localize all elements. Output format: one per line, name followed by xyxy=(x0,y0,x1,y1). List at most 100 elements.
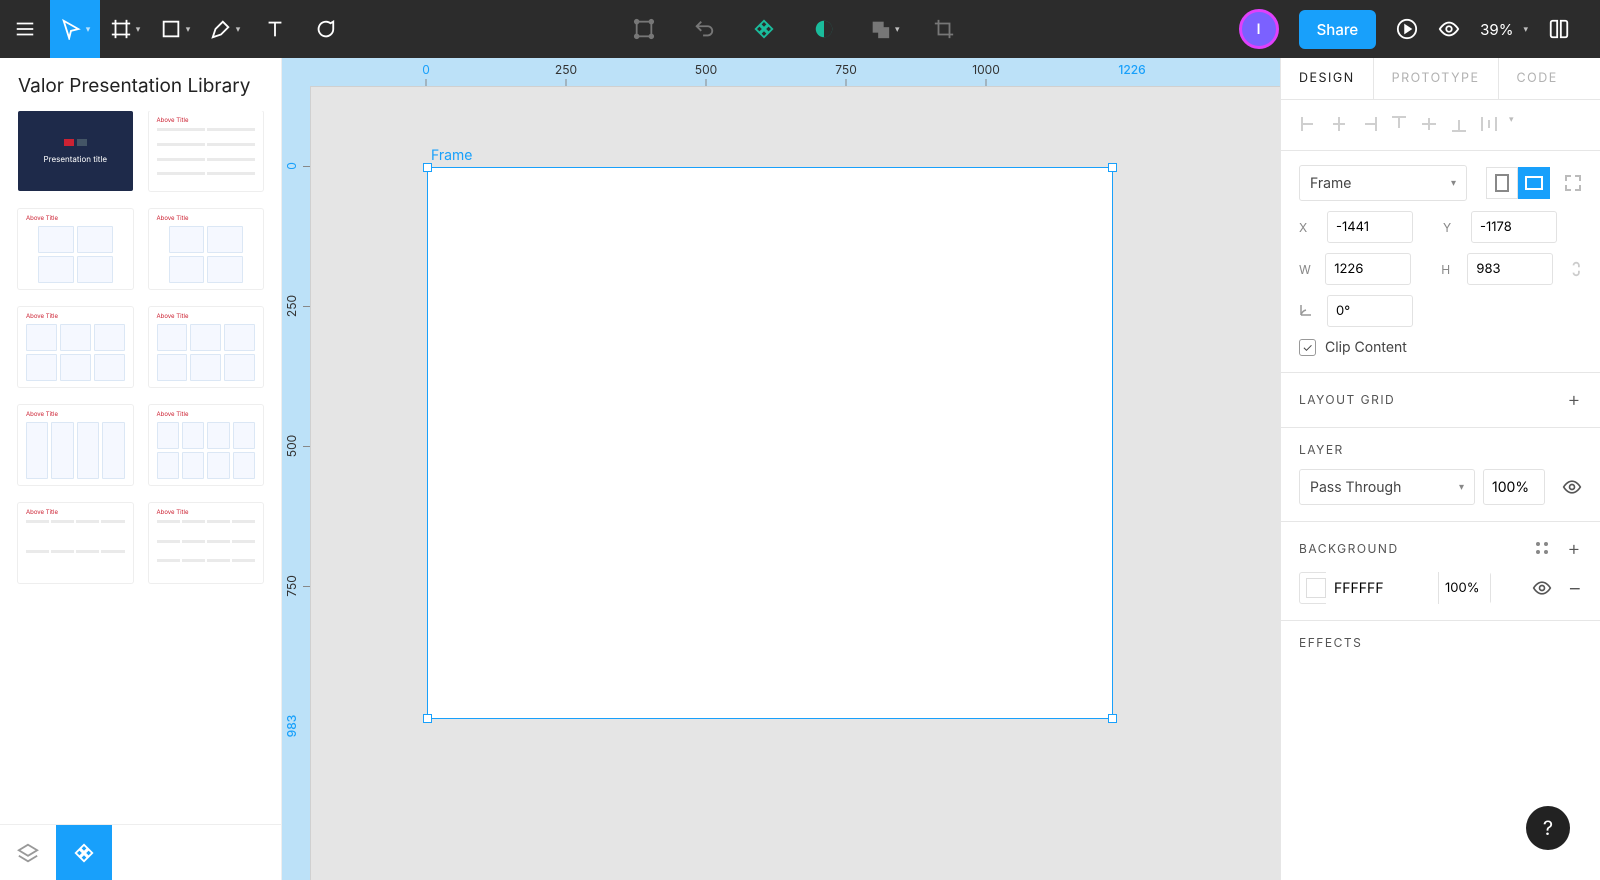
thumb-header: Above Title xyxy=(157,411,256,418)
h-label: H xyxy=(1441,262,1457,277)
slide-thumbnail[interactable]: Above Title xyxy=(149,405,264,485)
assets-tab[interactable] xyxy=(56,825,112,880)
clip-content-label: Clip Content xyxy=(1325,339,1407,356)
frame-type-select[interactable]: Frame ▾ xyxy=(1299,165,1467,201)
text-tool-button[interactable] xyxy=(250,0,300,58)
text-icon xyxy=(264,18,286,40)
align-vcenter-icon[interactable] xyxy=(1419,114,1439,134)
assets-icon xyxy=(73,842,95,864)
remove-fill-button[interactable]: − xyxy=(1568,575,1582,601)
canvas-body[interactable]: Frame xyxy=(310,86,1280,880)
component-button[interactable] xyxy=(744,0,784,58)
slide-thumbnail[interactable]: Above Title xyxy=(149,307,264,387)
resize-fit-icon[interactable] xyxy=(1564,174,1582,192)
align-hcenter-icon[interactable] xyxy=(1329,114,1349,134)
shape-tool-button[interactable]: ▾ xyxy=(150,0,200,58)
boolean-button[interactable]: ▾ xyxy=(864,0,904,58)
tab-design[interactable]: DESIGN xyxy=(1281,58,1374,99)
ruler-tick-end: 983 xyxy=(284,715,299,738)
align-left-icon[interactable] xyxy=(1299,114,1319,134)
ruler-tick: 250 xyxy=(284,295,299,317)
zoom-dropdown[interactable]: 39% ▾ xyxy=(1480,20,1528,39)
vertical-ruler: 0 250 500 750 983 xyxy=(282,86,310,880)
orientation-portrait-button[interactable] xyxy=(1486,167,1518,199)
help-button[interactable]: ? xyxy=(1526,806,1570,850)
menu-button[interactable] xyxy=(0,0,50,58)
styles-icon[interactable] xyxy=(1535,541,1549,555)
present-button[interactable] xyxy=(1396,18,1418,40)
rectangle-icon xyxy=(160,18,182,40)
comment-tool-button[interactable] xyxy=(300,0,350,58)
blend-mode-select[interactable]: Pass Through ▾ xyxy=(1299,469,1475,505)
ruler-tick: 0 xyxy=(284,162,299,170)
resize-handle-br[interactable] xyxy=(1108,714,1117,723)
view-button[interactable] xyxy=(1438,18,1460,40)
color-swatch[interactable] xyxy=(1306,578,1326,598)
library-button[interactable] xyxy=(1548,18,1570,40)
slide-thumbnail[interactable]: Above Title xyxy=(18,307,133,387)
eye-icon[interactable] xyxy=(1562,477,1582,497)
orientation-landscape-button[interactable] xyxy=(1518,167,1550,199)
bg-opacity-input[interactable] xyxy=(1438,572,1490,604)
slide-thumbnail[interactable]: Above Title xyxy=(18,209,133,289)
link-dimensions-icon[interactable] xyxy=(1569,258,1582,280)
toolbar-center: ▾ xyxy=(350,0,1239,58)
move-tool-button[interactable]: ▾ xyxy=(50,0,100,58)
slide-thumbnail[interactable]: Above Title xyxy=(18,503,133,583)
tab-prototype[interactable]: PROTOTYPE xyxy=(1374,58,1499,99)
thumb-header: Above Title xyxy=(26,215,125,222)
align-bottom-icon[interactable] xyxy=(1449,114,1469,134)
clip-content-checkbox[interactable]: ✓ xyxy=(1299,339,1316,356)
canvas[interactable]: 0 250 500 750 1000 1226 0 250 500 750 98… xyxy=(282,58,1280,880)
distribute-icon[interactable] xyxy=(1479,114,1499,134)
user-avatar[interactable]: I xyxy=(1239,9,1279,49)
left-sidebar: Valor Presentation Library Presentation … xyxy=(0,58,282,880)
align-top-icon[interactable] xyxy=(1389,114,1409,134)
h-input[interactable] xyxy=(1467,253,1553,285)
blend-mode-label: Pass Through xyxy=(1310,479,1401,496)
chevron-down-icon: ▾ xyxy=(186,24,191,35)
rotation-input[interactable] xyxy=(1327,295,1413,327)
pen-tool-button[interactable]: ▾ xyxy=(200,0,250,58)
slide-thumbnail[interactable]: Above Title xyxy=(149,503,264,583)
properties-panel: DESIGN PROTOTYPE CODE ▾ Frame ▾ xyxy=(1280,58,1600,880)
slide-thumbnail[interactable]: Above Title xyxy=(149,209,264,289)
ruler-tick: 750 xyxy=(835,62,857,77)
bg-hex-input[interactable] xyxy=(1326,572,1438,604)
layers-icon xyxy=(17,842,39,864)
ruler-tick: 500 xyxy=(695,62,717,77)
ruler-tick: 500 xyxy=(284,435,299,457)
frame-label[interactable]: Frame xyxy=(431,147,472,164)
eye-icon[interactable] xyxy=(1532,578,1552,598)
book-icon xyxy=(1548,18,1570,40)
chevron-down-icon[interactable]: ▾ xyxy=(1509,114,1514,134)
slide-thumbnail[interactable]: Presentation title xyxy=(18,111,133,191)
slide-thumbnail[interactable]: Above Title xyxy=(149,111,264,191)
selected-frame[interactable] xyxy=(427,167,1113,719)
y-input[interactable] xyxy=(1471,211,1557,243)
x-label: X xyxy=(1299,220,1317,235)
layers-tab[interactable] xyxy=(0,825,56,880)
add-fill-button[interactable]: + xyxy=(1567,536,1582,560)
align-right-icon[interactable] xyxy=(1359,114,1379,134)
tab-code[interactable]: CODE xyxy=(1499,58,1576,99)
frame-tool-button[interactable]: ▾ xyxy=(100,0,150,58)
w-input[interactable] xyxy=(1325,253,1411,285)
layer-opacity-input[interactable] xyxy=(1483,469,1545,505)
x-input[interactable] xyxy=(1327,211,1413,243)
reset-button[interactable] xyxy=(684,0,724,58)
add-layout-grid-button[interactable]: + xyxy=(1567,387,1582,411)
thumbnail-grid: Presentation title Above Title Above Tit… xyxy=(0,111,281,824)
thumb-header: Above Title xyxy=(26,313,125,320)
resize-handle-tr[interactable] xyxy=(1108,163,1117,172)
mask-button[interactable] xyxy=(804,0,844,58)
slide-thumbnail[interactable]: Above Title xyxy=(18,405,133,485)
edit-object-button[interactable] xyxy=(624,0,664,58)
frame-type-label: Frame xyxy=(1310,175,1351,192)
crop-button[interactable] xyxy=(924,0,964,58)
panel-tabs: DESIGN PROTOTYPE CODE xyxy=(1281,58,1600,100)
resize-handle-tl[interactable] xyxy=(423,163,432,172)
object-icon xyxy=(633,18,655,40)
share-button[interactable]: Share xyxy=(1299,10,1377,49)
resize-handle-bl[interactable] xyxy=(423,714,432,723)
